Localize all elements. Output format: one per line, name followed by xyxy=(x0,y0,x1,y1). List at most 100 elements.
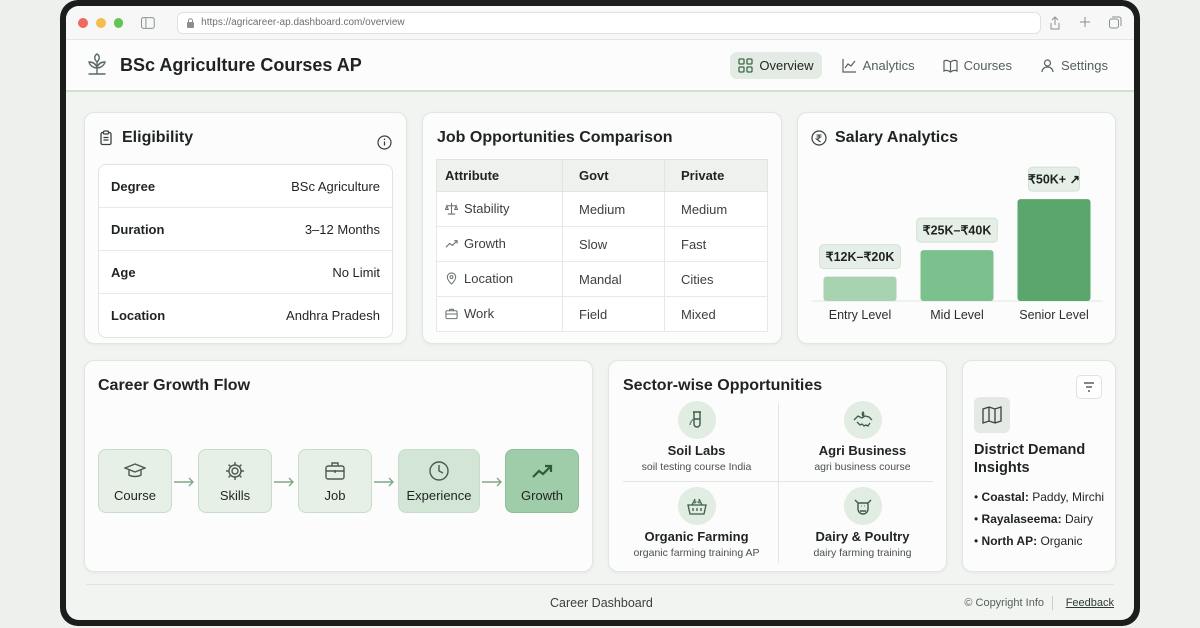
eligibility-value: Andhra Pradesh xyxy=(286,308,380,323)
maximize-window-dot[interactable] xyxy=(113,17,124,28)
nav-analytics-label: Analytics xyxy=(862,57,915,73)
close-window-dot[interactable] xyxy=(78,17,88,28)
table-row: Stability Medium Medium xyxy=(436,191,768,227)
district-list: • Coastal: Paddy, Mirchi • Rayalaseema: … xyxy=(974,486,1104,552)
minimize-window-dot[interactable] xyxy=(95,17,106,28)
trend-icon xyxy=(445,239,458,248)
flow-step-experience[interactable]: Experience xyxy=(398,449,480,513)
sectors-title: Sector-wise Opportunities xyxy=(623,377,823,394)
briefcase-icon xyxy=(445,308,458,319)
sector-icon-wrap xyxy=(677,487,716,525)
salary-bar-chart: ₹12K–₹20K Entry Level ₹25K–₹40K Mid Level ₹5… xyxy=(812,166,1103,322)
sector-name: Agri Business xyxy=(818,443,907,458)
salary-category-label: Senior Level xyxy=(1019,308,1089,322)
feedback-link[interactable]: Feedback xyxy=(1066,597,1114,609)
grid-icon xyxy=(738,57,754,73)
attribute-cell: Work xyxy=(436,296,563,332)
flow-step-course[interactable]: Course xyxy=(98,449,172,513)
salary-data-label: ₹12K–₹20K xyxy=(826,250,895,264)
flow-step-growth[interactable]: Growth xyxy=(505,449,579,513)
clock-icon xyxy=(429,460,449,481)
salary-data-label: ₹50K+ ↗ xyxy=(1028,173,1080,187)
flow-step-label: Growth xyxy=(521,487,563,503)
flow-step-label: Job xyxy=(324,487,346,503)
info-icon[interactable] xyxy=(377,135,392,150)
eligibility-value: BSc Agriculture xyxy=(291,178,380,194)
sector-icon-wrap xyxy=(843,487,882,525)
clipboard-icon xyxy=(100,130,112,146)
flow-arrow xyxy=(174,477,194,487)
handshake-icon xyxy=(853,411,872,427)
attribute-label: Growth xyxy=(464,235,506,251)
flow-step-job[interactable]: Job xyxy=(298,449,372,513)
filter-button[interactable] xyxy=(1076,375,1102,399)
sector-divider-v xyxy=(778,403,779,563)
tabs-overview-icon[interactable] xyxy=(1109,16,1122,29)
job-opportunities-card: Job Opportunities Comparison Attribute G… xyxy=(422,112,782,344)
location-pin-icon xyxy=(446,271,457,285)
govt-cell: Field xyxy=(562,296,665,332)
table-row: Work Field Mixed xyxy=(436,296,768,332)
flow-step-skills[interactable]: Skills xyxy=(198,449,272,513)
flow-arrow xyxy=(274,477,294,487)
nav-overview[interactable]: Overview xyxy=(730,51,822,79)
district-region: North AP: xyxy=(981,534,1038,548)
eligibility-title: Eligibility xyxy=(122,129,194,146)
table-row: Growth Slow Fast xyxy=(436,226,768,262)
nav-overview-label: Overview xyxy=(759,57,814,73)
district-crops: Organic xyxy=(1040,534,1083,548)
govt-cell: Mandal xyxy=(562,261,665,297)
jobs-title: Job Opportunities Comparison xyxy=(437,129,673,146)
scale-icon xyxy=(445,202,458,215)
nav-courses[interactable]: Courses xyxy=(935,52,1020,79)
address-bar[interactable]: https://agricareer-ap.dashboard.com/over… xyxy=(177,11,1041,34)
sector-name: Soil Labs xyxy=(667,443,726,458)
eligibility-table: Degree BSc Agriculture Duration 3–12 Month… xyxy=(98,164,393,338)
eligibility-row: Degree BSc Agriculture xyxy=(99,165,392,208)
list-item: • North AP: Organic xyxy=(974,534,1083,548)
district-region: Rayalaseema: xyxy=(981,512,1062,526)
nav-analytics[interactable]: Analytics xyxy=(834,52,923,79)
eligibility-header: Eligibility xyxy=(98,129,193,147)
attribute-cell: Location xyxy=(436,261,563,297)
attribute-label: Work xyxy=(464,305,495,321)
salary-data-label: ₹25K–₹40K xyxy=(923,224,992,238)
line-chart-icon xyxy=(841,58,856,73)
leaf-logo-icon xyxy=(88,53,106,75)
browser-toolbar: https://agricareer-ap.dashboard.com/over… xyxy=(66,6,1134,40)
attribute-label: Stability xyxy=(464,200,510,216)
col-govt: Govt xyxy=(562,159,665,192)
basket-icon xyxy=(686,498,707,515)
browser-window: https://agricareer-ap.dashboard.com/over… xyxy=(66,6,1134,620)
flow-arrow xyxy=(374,477,394,487)
eligibility-row: Duration 3–12 Months xyxy=(99,208,392,251)
govt-cell: Medium xyxy=(562,191,665,227)
sector-sub: soil testing course India xyxy=(641,461,752,473)
eligibility-value: No Limit xyxy=(332,264,380,280)
private-cell: Fast xyxy=(664,226,768,262)
share-icon[interactable] xyxy=(1049,15,1061,30)
district-crops: Dairy xyxy=(1064,512,1093,526)
new-tab-icon[interactable] xyxy=(1079,16,1091,28)
gear-icon xyxy=(226,461,244,480)
footer-divider xyxy=(1052,596,1053,610)
sector-soil-labs[interactable]: Soil Labs soil testing course India xyxy=(619,401,774,473)
district-title: District Demand Insights xyxy=(974,442,1086,476)
flow-title: Career Growth Flow xyxy=(98,377,251,394)
sector-dairy-poultry[interactable]: Dairy & Poultry dairy farming training xyxy=(785,487,940,559)
main-nav: Overview Analytics Courses Settings xyxy=(730,51,1116,79)
private-cell: Mixed xyxy=(664,296,768,332)
sector-icon-wrap xyxy=(677,401,716,439)
sector-organic-farming[interactable]: Organic Farming organic farming training… xyxy=(619,487,774,559)
sector-sub: dairy farming training xyxy=(813,547,912,559)
sidebar-toggle-icon[interactable] xyxy=(141,16,156,29)
eligibility-card: Eligibility Degree BSc Agriculture Durati… xyxy=(84,112,407,344)
user-icon xyxy=(1041,58,1054,72)
attribute-cell: Growth xyxy=(436,226,563,262)
nav-settings[interactable]: Settings xyxy=(1032,52,1116,79)
flow-step-label: Experience xyxy=(406,487,472,503)
sector-name: Organic Farming xyxy=(644,529,749,544)
sector-agri-business[interactable]: Agri Business agri business course xyxy=(785,401,940,473)
list-item: • Rayalaseema: Dairy xyxy=(974,512,1093,526)
attribute-label: Location xyxy=(464,270,514,286)
